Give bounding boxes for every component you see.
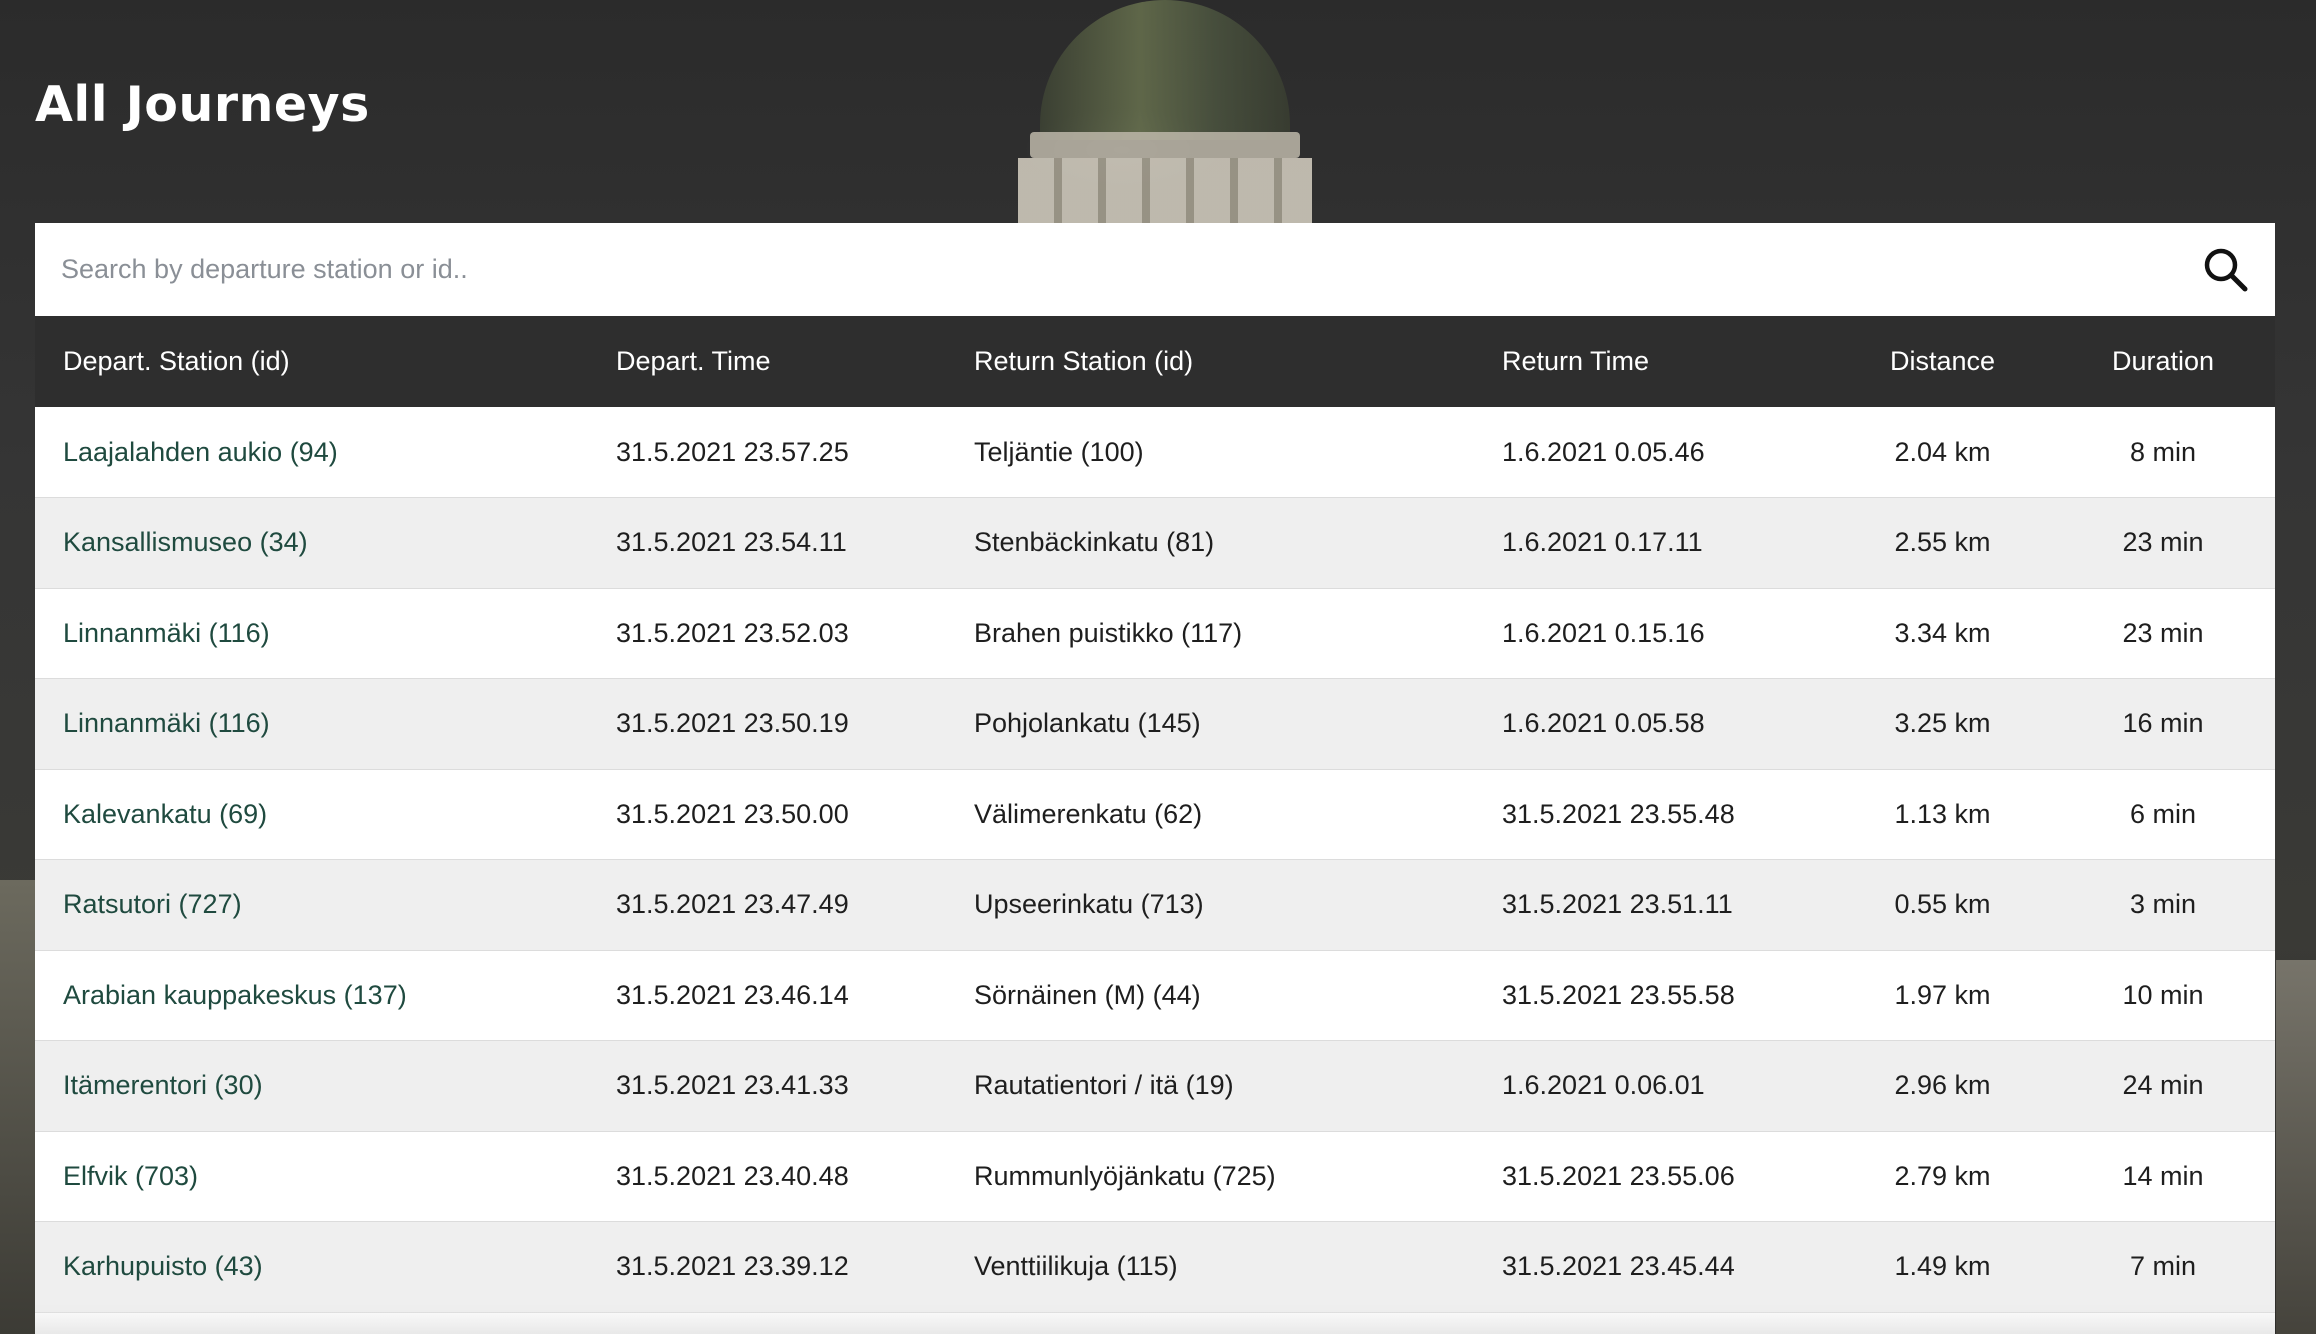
duration: 16 min (2122, 708, 2204, 739)
background-building-left (0, 880, 40, 1334)
departure-time: 31.5.2021 23.39.12 (616, 1251, 849, 1282)
scroll-fade (35, 1304, 2275, 1334)
return-time: 1.6.2021 0.05.46 (1502, 436, 1705, 467)
departure-station-link[interactable]: Linnanmäki (116) (35, 679, 588, 770)
return-time: 1.6.2021 0.05.58 (1502, 708, 1705, 739)
return-time: 1.6.2021 0.17.11 (1502, 527, 1703, 558)
table-row[interactable]: Ratsutori (727) 31.5.2021 23.47.49 Upsee… (35, 859, 2275, 951)
departure-time: 31.5.2021 23.41.33 (616, 1070, 849, 1101)
return-station: Pohjolankatu (145) (974, 708, 1201, 739)
departure-station-link[interactable]: Itämerentori (30) (35, 1041, 588, 1132)
distance: 2.55 km (1894, 527, 1991, 558)
column-header-return-time[interactable]: Return Time (1474, 316, 1834, 407)
distance: 1.97 km (1894, 979, 1991, 1010)
column-header-return-station[interactable]: Return Station (id) (946, 316, 1474, 407)
column-header-duration[interactable]: Duration (2051, 316, 2275, 407)
distance: 1.13 km (1894, 798, 1991, 829)
search-icon[interactable] (2201, 245, 2251, 295)
duration: 7 min (2129, 1251, 2197, 1282)
departure-time: 31.5.2021 23.57.25 (616, 436, 849, 467)
distance: 2.79 km (1894, 1160, 1991, 1191)
return-station: Brahen puistikko (117) (974, 617, 1243, 648)
departure-station-link[interactable]: Arabian kauppakeskus (137) (35, 950, 588, 1041)
return-time: 31.5.2021 23.55.58 (1502, 979, 1735, 1010)
duration: 10 min (2122, 979, 2204, 1010)
table-row[interactable]: Arabian kauppakeskus (137) 31.5.2021 23.… (35, 950, 2275, 1041)
return-time: 1.6.2021 0.06.01 (1502, 1070, 1705, 1101)
cathedral-dome-columns (1018, 158, 1312, 228)
table-header-row: Depart. Station (id) Depart. Time Return… (35, 316, 2275, 407)
duration: 6 min (2129, 798, 2197, 829)
departure-time: 31.5.2021 23.50.19 (616, 708, 849, 739)
page-title: All Journeys (35, 76, 370, 133)
return-station: Rummunlyöjänkatu (725) (974, 1160, 1276, 1191)
column-header-departure-station[interactable]: Depart. Station (id) (35, 316, 588, 407)
table-row[interactable]: Elfvik (703) 31.5.2021 23.40.48 Rummunly… (35, 1131, 2275, 1222)
distance: 0.55 km (1894, 889, 1991, 920)
return-station: Teljäntie (100) (974, 436, 1144, 467)
duration: 8 min (2129, 436, 2197, 467)
departure-time: 31.5.2021 23.54.11 (616, 527, 847, 558)
return-time: 1.6.2021 0.15.16 (1502, 617, 1705, 648)
table-row[interactable]: Linnanmäki (116) 31.5.2021 23.50.19 Pohj… (35, 678, 2275, 770)
departure-station-link[interactable]: Ratsutori (727) (35, 860, 588, 951)
return-time: 31.5.2021 23.55.48 (1502, 798, 1735, 829)
duration: 14 min (2122, 1160, 2204, 1191)
return-time: 31.5.2021 23.51.11 (1502, 889, 1733, 920)
distance: 2.96 km (1894, 1070, 1991, 1101)
distance: 3.25 km (1894, 708, 1991, 739)
return-station: Välimerenkatu (62) (974, 798, 1203, 829)
departure-station-link[interactable]: Linnanmäki (116) (35, 588, 588, 679)
return-station: Upseerinkatu (713) (974, 889, 1204, 920)
departure-time: 31.5.2021 23.46.14 (616, 979, 849, 1010)
duration: 23 min (2122, 527, 2204, 558)
duration: 24 min (2122, 1070, 2204, 1101)
departure-station-link[interactable]: Elfvik (703) (35, 1131, 588, 1222)
table-row[interactable]: Kalevankatu (69) 31.5.2021 23.50.00 Väli… (35, 769, 2275, 860)
duration: 3 min (2129, 889, 2197, 920)
table-row[interactable]: Laajalahden aukio (94) 31.5.2021 23.57.2… (35, 407, 2275, 498)
journeys-panel: Depart. Station (id) Depart. Time Return… (35, 223, 2275, 1334)
return-time: 31.5.2021 23.45.44 (1502, 1251, 1735, 1282)
departure-station-link[interactable]: Laajalahden aukio (94) (35, 407, 588, 498)
return-station: Rautatientori / itä (19) (974, 1070, 1234, 1101)
search-bar (35, 223, 2275, 316)
departure-station-link[interactable]: Karhupuisto (43) (35, 1222, 588, 1313)
column-header-distance[interactable]: Distance (1834, 316, 2051, 407)
duration: 23 min (2122, 617, 2204, 648)
column-header-departure-time[interactable]: Depart. Time (588, 316, 946, 407)
table-row[interactable]: Kansallismuseo (34) 31.5.2021 23.54.11 S… (35, 497, 2275, 589)
search-input[interactable] (35, 223, 2161, 316)
return-station: Sörnäinen (M) (44) (974, 979, 1201, 1010)
departure-time: 31.5.2021 23.50.00 (616, 798, 849, 829)
journeys-table: Depart. Station (id) Depart. Time Return… (35, 316, 2275, 1313)
return-station: Stenbäckinkatu (81) (974, 527, 1215, 558)
distance: 1.49 km (1894, 1251, 1991, 1282)
background-building-right (2276, 960, 2316, 1334)
departure-station-link[interactable]: Kansallismuseo (34) (35, 498, 588, 589)
return-time: 31.5.2021 23.55.06 (1502, 1160, 1735, 1191)
distance: 3.34 km (1894, 617, 1991, 648)
departure-time: 31.5.2021 23.52.03 (616, 617, 849, 648)
table-row[interactable]: Linnanmäki (116) 31.5.2021 23.52.03 Brah… (35, 588, 2275, 679)
table-row[interactable]: Karhupuisto (43) 31.5.2021 23.39.12 Vent… (35, 1221, 2275, 1313)
departure-time: 31.5.2021 23.47.49 (616, 889, 849, 920)
table-row[interactable]: Itämerentori (30) 31.5.2021 23.41.33 Rau… (35, 1040, 2275, 1132)
departure-time: 31.5.2021 23.40.48 (616, 1160, 849, 1191)
cathedral-dome-ring (1030, 132, 1300, 158)
distance: 2.04 km (1894, 436, 1991, 467)
return-station: Venttiilikuja (115) (974, 1251, 1178, 1282)
departure-station-link[interactable]: Kalevankatu (69) (35, 769, 588, 860)
